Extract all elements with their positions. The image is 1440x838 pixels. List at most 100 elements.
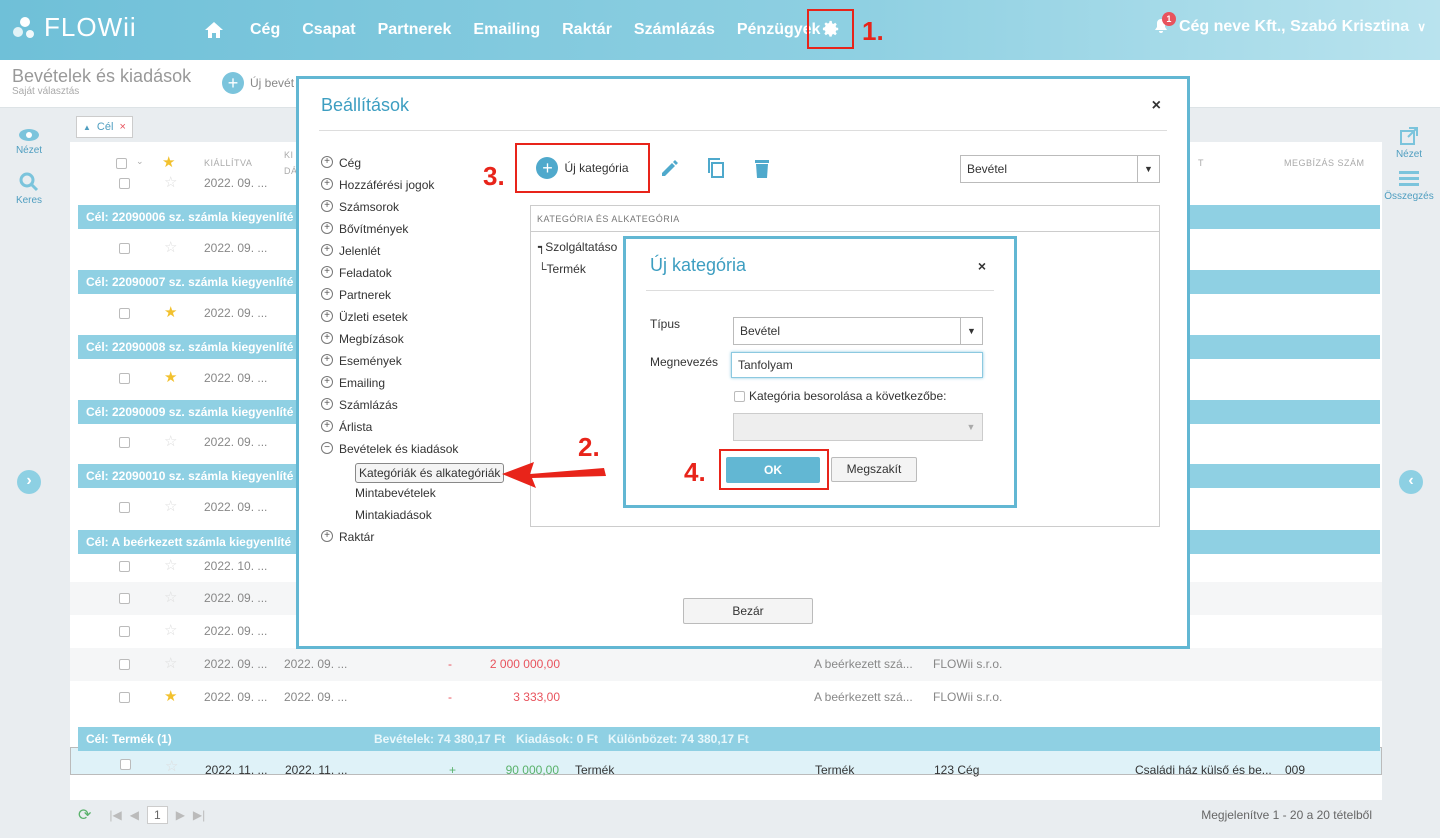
ok-button[interactable]: OK bbox=[726, 457, 820, 483]
expand-icon[interactable]: + bbox=[321, 200, 333, 212]
expand-icon[interactable]: + bbox=[321, 376, 333, 388]
settings-button[interactable] bbox=[807, 9, 854, 49]
star-icon[interactable]: ☆ bbox=[164, 556, 177, 574]
star-icon[interactable]: ☆ bbox=[164, 432, 177, 450]
category-type-select[interactable]: Bevétel ▼ bbox=[733, 317, 983, 345]
tree-item[interactable]: + Hozzáférési jogok bbox=[321, 177, 504, 199]
expand-icon[interactable]: + bbox=[321, 332, 333, 344]
expand-icon[interactable]: + bbox=[321, 530, 333, 542]
tree-item[interactable]: + Partnerek bbox=[321, 287, 504, 309]
nav-item-csapat[interactable]: Csapat bbox=[302, 21, 355, 39]
row-checkbox[interactable] bbox=[119, 243, 130, 254]
expand-icon[interactable]: + bbox=[321, 354, 333, 366]
tree-item[interactable]: + Feladatok bbox=[321, 265, 504, 287]
tree-item[interactable]: − Bevételek és kiadások bbox=[321, 441, 504, 463]
next-page-icon[interactable]: ▶ bbox=[176, 808, 185, 822]
flowii-logo[interactable]: FLOWii bbox=[12, 12, 137, 43]
row-checkbox[interactable] bbox=[119, 593, 130, 604]
star-icon[interactable]: ★ bbox=[164, 368, 177, 386]
expand-icon[interactable]: + bbox=[321, 156, 333, 168]
tree-item[interactable]: + Üzleti esetek bbox=[321, 309, 504, 331]
expand-icon[interactable]: + bbox=[321, 398, 333, 410]
tree-item[interactable]: + Bővítmények bbox=[321, 221, 504, 243]
row-checkbox[interactable] bbox=[119, 659, 130, 670]
type-select[interactable]: Bevétel ▼ bbox=[960, 155, 1160, 183]
category-item[interactable]: └Termék bbox=[538, 262, 586, 276]
external-view-button[interactable]: Nézet bbox=[1380, 126, 1438, 160]
star-icon[interactable]: ☆ bbox=[164, 173, 177, 191]
group-header-product[interactable]: Cél: Termék (1) Bevételek: 74 380,17 Ft … bbox=[78, 727, 1380, 751]
star-icon[interactable]: ☆ bbox=[164, 621, 177, 639]
view-button[interactable]: Nézet bbox=[0, 128, 58, 156]
star-icon[interactable]: ☆ bbox=[165, 754, 178, 780]
refresh-icon[interactable]: ⟳ bbox=[78, 805, 91, 825]
filter-chip[interactable]: ▲ Cél × bbox=[76, 116, 133, 138]
row-checkbox[interactable] bbox=[119, 178, 130, 189]
close-button[interactable]: Bezár bbox=[683, 598, 813, 624]
category-name-input[interactable] bbox=[731, 352, 983, 378]
expand-icon[interactable]: + bbox=[321, 266, 333, 278]
nav-item-szamlazas[interactable]: Számlázás bbox=[634, 21, 715, 39]
bell-icon[interactable]: 1 bbox=[1153, 12, 1176, 36]
row-checkbox[interactable] bbox=[119, 373, 130, 384]
nav-item-ceg[interactable]: Cég bbox=[250, 21, 280, 39]
tree-item[interactable]: + Raktár bbox=[321, 529, 504, 551]
tree-item[interactable]: + Emailing bbox=[321, 375, 504, 397]
close-icon[interactable]: × bbox=[1152, 97, 1161, 115]
tree-item[interactable]: + Számsorok bbox=[321, 199, 504, 221]
user-menu[interactable]: 1 Cég neve Kft., Szabó Krisztina ∨ bbox=[1153, 12, 1426, 36]
nav-item-partnerek[interactable]: Partnerek bbox=[378, 21, 452, 39]
home-icon[interactable] bbox=[205, 20, 225, 40]
star-icon[interactable]: ★ bbox=[164, 687, 177, 705]
expand-icon[interactable]: + bbox=[321, 222, 333, 234]
expand-icon[interactable]: + bbox=[321, 420, 333, 432]
row-checkbox[interactable] bbox=[119, 437, 130, 448]
expand-icon[interactable]: + bbox=[321, 244, 333, 256]
pencil-icon[interactable] bbox=[659, 157, 681, 179]
row-checkbox[interactable] bbox=[120, 759, 131, 770]
tree-item[interactable]: + Jelenlét bbox=[321, 243, 504, 265]
star-icon[interactable]: ☆ bbox=[164, 588, 177, 606]
tree-item[interactable]: + Cég bbox=[321, 155, 504, 177]
table-row[interactable]: ★ 2022. 09. ... 2022. 09. ... - 3 333,00 A be… bbox=[70, 681, 1382, 714]
row-checkbox[interactable] bbox=[119, 626, 130, 637]
star-icon[interactable]: ★ bbox=[164, 303, 177, 321]
first-page-icon[interactable]: |◀ bbox=[109, 808, 121, 822]
expand-icon[interactable]: + bbox=[321, 288, 333, 300]
new-income-button[interactable]: + Új bevét bbox=[222, 72, 294, 94]
subcategory-checkbox[interactable] bbox=[734, 390, 745, 402]
cancel-button[interactable]: Megszakít bbox=[831, 457, 917, 482]
last-page-icon[interactable]: ▶| bbox=[193, 808, 205, 822]
remove-filter-icon[interactable]: × bbox=[119, 121, 125, 133]
subcategory-checkbox-row[interactable]: Kategória besorolása a következőbe: bbox=[734, 389, 946, 403]
tree-item[interactable]: + Megbízások bbox=[321, 331, 504, 353]
close-icon[interactable]: × bbox=[978, 258, 986, 274]
expand-icon[interactable]: + bbox=[321, 310, 333, 322]
tree-item[interactable]: + Számlázás bbox=[321, 397, 504, 419]
table-row[interactable]: ☆ 2022. 09. ... 2022. 09. ... - 2 000 000,00… bbox=[70, 648, 1382, 681]
page-number-input[interactable]: 1 bbox=[147, 806, 168, 824]
parent-category-select[interactable]: ▼ bbox=[733, 413, 983, 441]
row-checkbox[interactable] bbox=[119, 502, 130, 513]
expand-icon[interactable]: + bbox=[321, 178, 333, 190]
star-icon[interactable]: ☆ bbox=[164, 497, 177, 515]
row-checkbox[interactable] bbox=[119, 692, 130, 703]
summary-button[interactable]: Összegzés bbox=[1380, 170, 1438, 202]
new-category-button[interactable]: + Új kategória bbox=[515, 143, 650, 193]
collapse-icon[interactable]: − bbox=[321, 442, 333, 454]
star-icon[interactable]: ☆ bbox=[164, 654, 177, 672]
tree-subitem[interactable]: Mintakiadások bbox=[321, 507, 504, 529]
prev-page-icon[interactable]: ◀ bbox=[130, 808, 139, 822]
tree-item[interactable]: + Árlista bbox=[321, 419, 504, 441]
collapse-right-button[interactable]: ‹ bbox=[1399, 470, 1423, 494]
tree-subitem[interactable]: Kategóriák és alkategóriák bbox=[321, 463, 505, 485]
tree-item[interactable]: + Események bbox=[321, 353, 504, 375]
column-due-a[interactable]: KI bbox=[284, 150, 294, 160]
row-checkbox[interactable] bbox=[119, 308, 130, 319]
copy-icon[interactable] bbox=[705, 157, 727, 179]
nav-item-raktar[interactable]: Raktár bbox=[562, 21, 612, 39]
star-icon[interactable]: ☆ bbox=[164, 238, 177, 256]
trash-icon[interactable] bbox=[751, 157, 773, 179]
tree-subitem[interactable]: Mintabevételek bbox=[321, 485, 504, 507]
search-button[interactable]: Keres bbox=[0, 172, 58, 206]
